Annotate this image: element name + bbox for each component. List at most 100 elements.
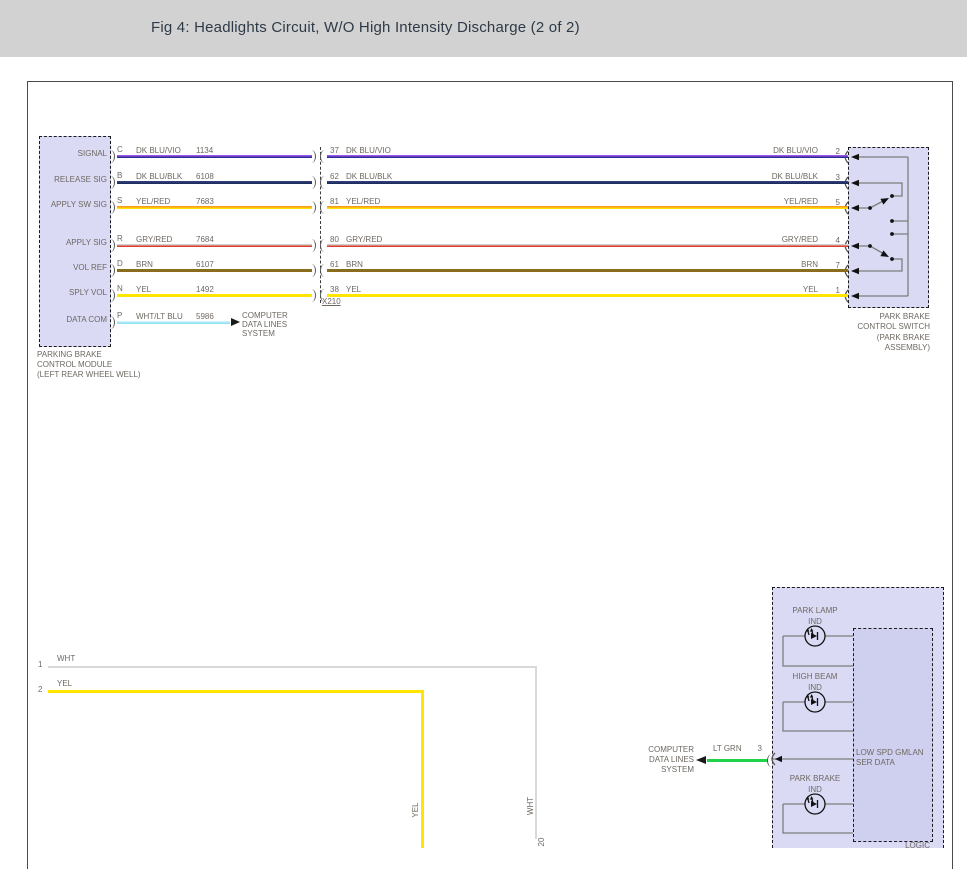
connector-arc (311, 176, 316, 189)
wire-color-label-right: DK BLU/VIO (733, 146, 818, 155)
wire-color-label-right: YEL (733, 285, 818, 294)
switch-pin-number: 4 (824, 236, 840, 245)
inline-connector-pin: 37 (330, 146, 339, 155)
wire-row-signal: SIGNAL C DK BLU/VIO 1134 37 DK BLU/VIO D… (0, 145, 967, 171)
logic-label: LOGIC (880, 841, 930, 850)
switch-pin-number: 7 (824, 261, 840, 270)
wire-circuit-number: 6108 (196, 172, 214, 181)
yel-vertical-label: YEL (411, 798, 421, 822)
wire-segment-right (327, 294, 848, 297)
wire-circuit-number: 1134 (196, 146, 213, 155)
module-pin-name: VOL REF (40, 263, 107, 272)
wire-segment-right (327, 155, 848, 158)
wire-segment-right (327, 269, 848, 272)
wire-segment-left (117, 244, 312, 247)
wire-color-label: DK BLU/VIO (136, 146, 181, 155)
module-pin-letter: P (117, 311, 122, 320)
lt-grn-wire (707, 759, 768, 762)
module-pin-letter: C (117, 145, 123, 154)
wire-segment-left (117, 181, 312, 184)
connector-arc (320, 264, 325, 277)
inline-connector-pin: 80 (330, 235, 339, 244)
wire-row-vol-ref: VOL REF D BRN 6107 61 BRN BRN 7 (0, 259, 967, 285)
module-pin-letter: N (117, 284, 123, 293)
module-pin-name: APPLY SW SIG (40, 200, 107, 209)
wire-circuit-number: 7684 (196, 235, 214, 244)
wire-color-label-2: YEL/RED (346, 197, 380, 206)
connector-arc (110, 201, 115, 214)
cluster-internal-circuit (765, 587, 945, 848)
wire-circuit-number: 7683 (196, 197, 214, 206)
wire-row-apply-sig: APPLY SIG R GRY/RED 7684 80 GRY/RED GRY/… (0, 234, 967, 260)
gmlan-label-line1: LOW SPD GMLAN (856, 748, 924, 757)
wire-color-label: DK BLU/BLK (136, 172, 182, 181)
park-brake-ind-line1: PARK BRAKE (775, 774, 855, 783)
destination-line3: SYSTEM (242, 329, 275, 338)
destination-line2: DATA LINES (242, 320, 287, 329)
bottom-end-pin-label: 20 (537, 834, 547, 850)
wire-color-label-right: YEL/RED (733, 197, 818, 206)
module-pin-name: RELEASE SIG (40, 175, 107, 184)
wire-color-label: BRN (136, 260, 153, 269)
inline-connector-pin: 81 (330, 197, 339, 206)
module-pin-name: DATA COM (40, 315, 107, 324)
wire-segment-right (327, 206, 848, 209)
gmlan-label-line2: SER DATA (856, 758, 895, 767)
wire-row-data-com: DATA COM P WHT/LT BLU 5986 COMPUTER DATA… (0, 311, 967, 337)
connector-arc (311, 201, 316, 214)
connector-arc (110, 316, 115, 329)
wire-color-label: YEL/RED (136, 197, 170, 206)
wire-color-label-right: BRN (733, 260, 818, 269)
switch-pin-number: 1 (824, 286, 840, 295)
cluster-pin-number: 3 (750, 744, 762, 753)
inline-connector-pin: 62 (330, 172, 339, 181)
park-lamp-ind-line1: PARK LAMP (775, 606, 855, 615)
switch-pin-number: 5 (824, 198, 840, 207)
park-brake-ind-line2: IND (775, 785, 855, 794)
wire-color-label-2: YEL (346, 285, 361, 294)
connector-arc (320, 176, 325, 189)
connector-arc (311, 150, 316, 163)
cluster-destination-line2: DATA LINES (640, 755, 694, 764)
module-pin-letter: B (117, 171, 122, 180)
wire-color-label-right: DK BLU/BLK (733, 172, 818, 181)
connector-arc (311, 239, 316, 252)
high-beam-ind-line1: HIGH BEAM (775, 672, 855, 681)
bottom-wire1-color-label: WHT (57, 654, 75, 663)
computer-data-lines-arrow-icon (696, 756, 706, 764)
wire-circuit-number: 1492 (196, 285, 214, 294)
module-pin-letter: D (117, 259, 123, 268)
inline-connector-pin: 38 (330, 285, 339, 294)
wht-vertical-label: WHT (526, 794, 536, 818)
module-label-line3: (LEFT REAR WHEEL WELL) (37, 370, 141, 379)
wire-row-sply-vol: SPLY VOL N YEL 1492 38 YEL YEL 1 (0, 284, 967, 310)
wht-wire-horizontal (48, 666, 537, 668)
switch-label-line4: ASSEMBLY) (828, 343, 930, 352)
connector-arc (110, 150, 115, 163)
figure-title: Fig 4: Headlights Circuit, W/O High Inte… (151, 19, 580, 36)
wire-color-label-2: DK BLU/VIO (346, 146, 391, 155)
yel-wire-vertical (421, 690, 424, 848)
module-pin-name: APPLY SIG (40, 238, 107, 247)
wire-segment-left (117, 206, 312, 209)
yel-wire-horizontal (48, 690, 423, 693)
wire-segment-right (327, 181, 848, 184)
module-pin-name: SPLY VOL (40, 288, 107, 297)
data-lines-arrow-icon (231, 318, 240, 326)
wire-circuit-number: 5986 (196, 312, 214, 321)
switch-pin-number: 3 (824, 173, 840, 182)
bottom-wire2-pin: 2 (38, 685, 42, 694)
wire-segment-left (117, 269, 312, 272)
wire-row-release-sig: RELEASE SIG B DK BLU/BLK 6108 62 DK BLU/… (0, 171, 967, 197)
wire-color-label-2: BRN (346, 260, 363, 269)
wire-circuit-number: 6107 (196, 260, 214, 269)
wire-segment-data-com (117, 321, 230, 324)
connector-arc (767, 754, 772, 767)
connector-arc (110, 289, 115, 302)
wire-row-apply-sw-sig: APPLY SW SIG S YEL/RED 7683 81 YEL/RED Y… (0, 196, 967, 222)
cluster-destination-line1: COMPUTER (640, 745, 694, 754)
wire-color-label-right: GRY/RED (733, 235, 818, 244)
connector-arc (110, 239, 115, 252)
bottom-wire2-color-label: YEL (57, 679, 72, 688)
module-pin-letter: R (117, 234, 123, 243)
